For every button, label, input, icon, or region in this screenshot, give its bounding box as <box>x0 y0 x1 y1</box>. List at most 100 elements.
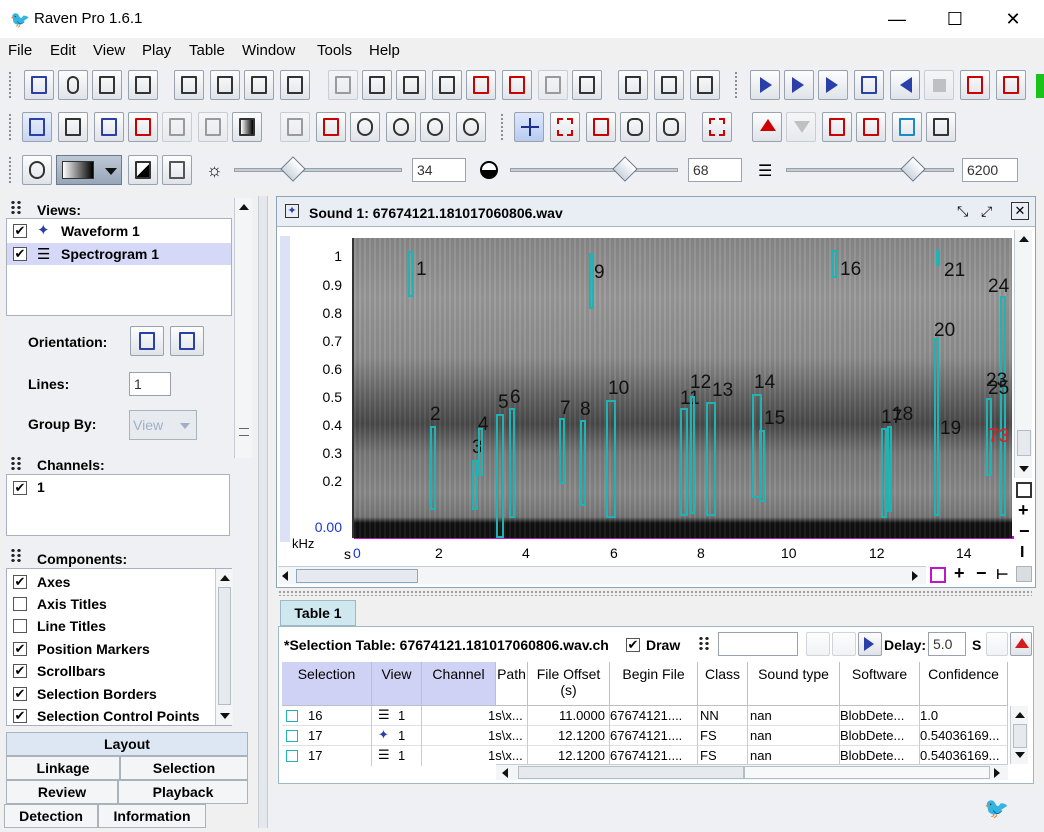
fit-horizontal-icon[interactable]: ⊢ <box>996 566 1009 583</box>
component-checkbox[interactable] <box>13 597 27 611</box>
scroll-up-icon[interactable] <box>239 204 249 210</box>
zoom-box-icon[interactable] <box>1016 482 1032 498</box>
column-header[interactable]: Sound type <box>748 662 840 706</box>
menu-table[interactable]: Table <box>189 42 225 59</box>
copy-selection-icon[interactable] <box>892 112 922 142</box>
table-horizontal-scrollbar[interactable] <box>496 764 1008 780</box>
contrast-slider-thumb[interactable] <box>612 156 638 182</box>
menu-window[interactable]: Window <box>242 42 295 59</box>
selection-tool-icon[interactable] <box>550 112 580 142</box>
play-loop-icon[interactable] <box>854 70 884 100</box>
scroll-down-icon[interactable] <box>220 713 230 719</box>
toolbar-grip[interactable] <box>8 71 13 99</box>
selection-box[interactable] <box>496 414 504 538</box>
clear-selection-icon[interactable] <box>856 112 886 142</box>
table-vertical-scrollbar[interactable] <box>1010 706 1028 764</box>
save-table-icon[interactable] <box>432 70 462 100</box>
selection-box[interactable] <box>759 430 765 502</box>
new-spectrum-icon[interactable] <box>94 112 124 142</box>
export-icon[interactable] <box>502 70 532 100</box>
table-tab[interactable]: Table 1 <box>280 600 356 626</box>
views-scrollbar[interactable] <box>234 198 252 458</box>
list-item[interactable]: ✔ Scrollbars <box>7 660 215 682</box>
list-item[interactable]: ✔ Axes <box>7 571 215 593</box>
contrast-value[interactable]: 68 <box>688 158 742 182</box>
list-item[interactable]: ✔ ✦ Waveform 1 <box>7 221 231 241</box>
open-file-icon[interactable] <box>174 70 204 100</box>
resolution-slider[interactable] <box>786 168 954 172</box>
column-header[interactable]: Confidence <box>920 662 1008 706</box>
open-selections-icon[interactable] <box>244 70 274 100</box>
table-row[interactable]: 17 ✦ 1 1s\x... 12.1200 67674121.... FS n… <box>282 726 1008 746</box>
tab-playback[interactable]: Playback <box>118 780 248 804</box>
scroll-right-icon[interactable] <box>912 571 918 581</box>
zoom-out-icon[interactable] <box>386 112 416 142</box>
save-selection-icon[interactable] <box>466 70 496 100</box>
zoom-in-icon[interactable] <box>350 112 380 142</box>
grayscale-icon[interactable] <box>128 155 158 185</box>
play-icon[interactable] <box>750 70 780 100</box>
panel-divider[interactable] <box>258 196 268 828</box>
orientation-horizontal-icon[interactable] <box>130 326 164 356</box>
selection-box[interactable] <box>509 408 515 518</box>
toolbar-grip-5[interactable] <box>8 156 13 184</box>
resolution-value[interactable]: 6200 <box>962 158 1018 182</box>
play-reverse-icon[interactable] <box>890 70 920 100</box>
scroll-down-icon[interactable] <box>1015 752 1025 758</box>
selection-box[interactable] <box>832 250 837 278</box>
save-as-icon[interactable] <box>396 70 426 100</box>
zoom-in-vertical-icon[interactable]: + <box>1018 500 1029 521</box>
print-preview-icon[interactable] <box>654 70 684 100</box>
active-selection-icon[interactable] <box>702 112 732 142</box>
selection-box[interactable] <box>1000 296 1006 516</box>
page-setup-icon[interactable] <box>690 70 720 100</box>
component-checkbox[interactable]: ✔ <box>13 642 27 656</box>
lines-input[interactable]: 1 <box>129 372 171 396</box>
selection-box[interactable] <box>559 418 565 484</box>
component-checkbox[interactable] <box>13 619 27 633</box>
play-selection-icon[interactable] <box>818 70 848 100</box>
components-scrollbar[interactable] <box>215 569 233 725</box>
record-to-table-icon[interactable] <box>960 70 990 100</box>
lock-icon[interactable] <box>822 112 852 142</box>
scroll-up-icon[interactable] <box>220 575 230 581</box>
new-spectrogram-icon[interactable] <box>24 70 54 100</box>
record-microphone-icon[interactable] <box>58 70 88 100</box>
table-row[interactable]: 17 ☰ 1 1s\x... 12.1200 67674121.... FS n… <box>282 746 1008 766</box>
scroll-right-icon[interactable] <box>994 768 1000 778</box>
vertical-scrollbar[interactable] <box>1014 230 1032 478</box>
list-item[interactable]: ✔ Selection Borders <box>7 683 215 705</box>
minimize-button[interactable]: — <box>868 0 926 38</box>
open-grid-icon[interactable] <box>128 70 158 100</box>
selection-box[interactable] <box>887 426 892 512</box>
column-header[interactable]: Class <box>698 662 748 706</box>
settings-gear-icon[interactable] <box>22 155 52 185</box>
grab-hand-icon[interactable] <box>656 112 686 142</box>
toolbar-grip-2[interactable] <box>734 71 739 99</box>
horizontal-splitter[interactable] <box>278 590 1032 596</box>
fit-vertical-icon[interactable]: I <box>1020 544 1024 562</box>
spectrogram-plot[interactable]: 1 2 3 4 5 6 7 8 9 10 11 12 13 14 15 16 1… <box>354 238 1012 538</box>
tab-detection[interactable]: Detection <box>4 804 98 828</box>
brightness-slider[interactable] <box>234 168 402 172</box>
component-checkbox[interactable]: ✔ <box>13 709 27 723</box>
new-spectrum-red-icon[interactable] <box>128 112 158 142</box>
row-checkbox[interactable] <box>286 710 298 722</box>
column-header[interactable]: Channel <box>422 662 496 706</box>
hand-pointer-icon[interactable] <box>620 112 650 142</box>
new-waveform-icon[interactable] <box>22 112 52 142</box>
selection-box[interactable] <box>580 420 586 506</box>
play-review-icon[interactable] <box>858 632 882 656</box>
minimize-window-icon[interactable]: ⤡ <box>957 203 968 220</box>
save-all-icon[interactable] <box>572 70 602 100</box>
menu-help[interactable]: Help <box>369 42 400 59</box>
print-icon[interactable] <box>618 70 648 100</box>
brightness-value[interactable]: 34 <box>412 158 466 182</box>
new-slice-icon[interactable] <box>162 112 192 142</box>
fit-disabled-icon[interactable] <box>280 112 310 142</box>
component-checkbox[interactable]: ✔ <box>13 687 27 701</box>
menu-tools[interactable]: Tools <box>317 42 352 59</box>
table-search-input[interactable] <box>718 632 798 656</box>
open-workspace-icon[interactable] <box>280 70 310 100</box>
table-row[interactable]: 16 ☰ 1 1s\x... 11.0000 67674121.... NN n… <box>282 706 1008 726</box>
